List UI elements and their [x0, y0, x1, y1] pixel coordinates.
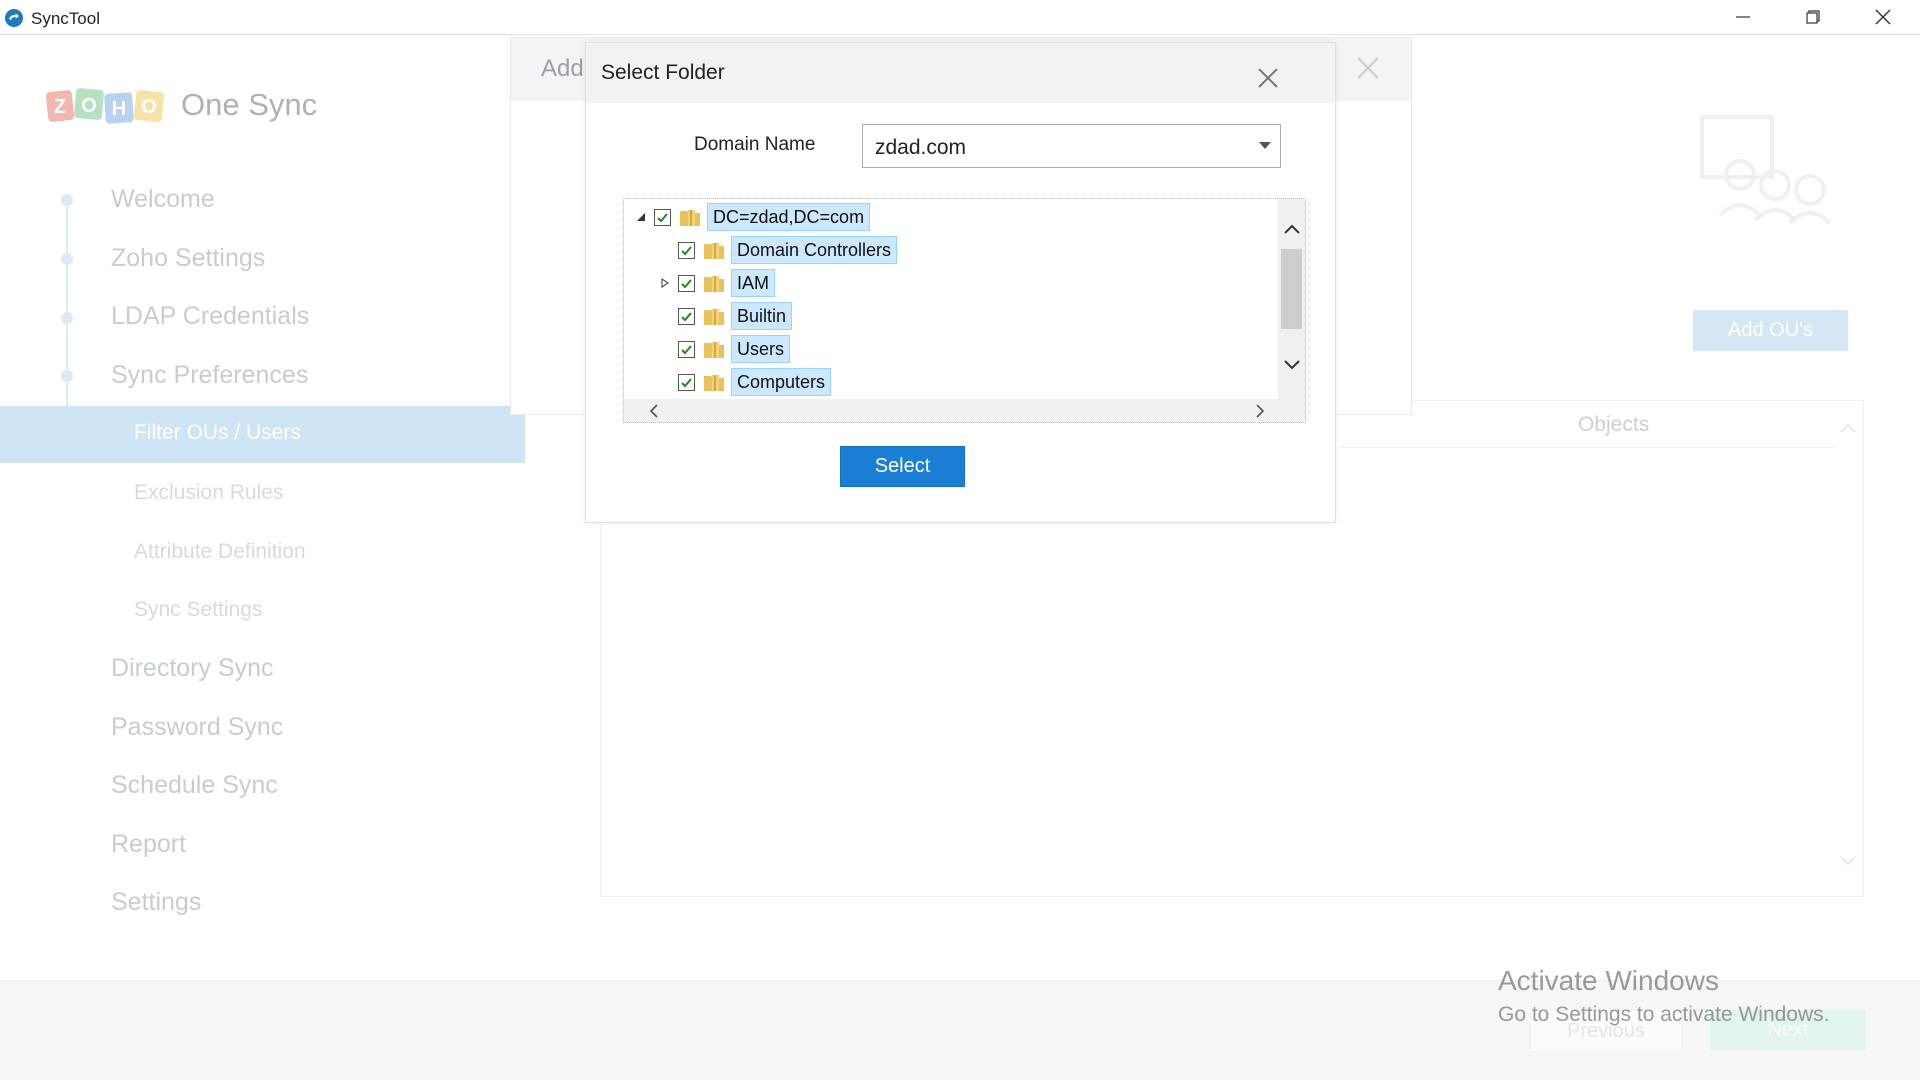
- svg-text:O: O: [81, 95, 97, 117]
- checkmark-icon: [681, 245, 692, 255]
- folder-icon: [680, 210, 700, 226]
- minimize-button[interactable]: [1708, 0, 1778, 34]
- folder-icon: [704, 342, 724, 358]
- tree-checkbox[interactable]: [678, 274, 695, 292]
- vertical-scrollbar[interactable]: [1278, 199, 1305, 399]
- close-icon[interactable]: [1356, 56, 1380, 80]
- nav-welcome[interactable]: Welcome: [111, 185, 215, 214]
- nav-attribute-definition[interactable]: Attribute Definition: [134, 540, 306, 564]
- tree-node-label[interactable]: Builtin: [731, 302, 793, 330]
- folder-icon: [704, 375, 724, 391]
- tree-node[interactable]: DC=zdad,DC=com: [634, 202, 871, 232]
- chevron-down-icon[interactable]: [1840, 855, 1856, 867]
- checkmark-icon: [681, 278, 692, 288]
- add-ous-button[interactable]: Add OU's: [1693, 310, 1848, 351]
- folder-icon: [704, 243, 724, 259]
- horizontal-scrollbar[interactable]: [624, 399, 1305, 422]
- step-dot: [61, 312, 73, 324]
- tree-checkbox[interactable]: [678, 340, 695, 358]
- nav-zoho-settings[interactable]: Zoho Settings: [111, 244, 265, 273]
- collapsed-arrow-icon[interactable]: [658, 276, 672, 290]
- restore-button[interactable]: [1778, 0, 1848, 34]
- select-folder-dialog: Select Folder Domain Name zdad.com DC=zd…: [585, 42, 1336, 523]
- domain-name-label: Domain Name: [694, 134, 816, 155]
- svg-text:O: O: [141, 96, 157, 118]
- scroll-left-icon[interactable]: [649, 404, 659, 418]
- scroll-down-icon[interactable]: [1284, 359, 1300, 371]
- objects-column-header: Objects: [1578, 413, 1650, 436]
- minimize-icon: [1736, 16, 1750, 18]
- step-dot: [61, 253, 73, 265]
- dialog-close-button[interactable]: [1251, 61, 1285, 95]
- checkmark-icon: [681, 311, 692, 321]
- tree-node-label[interactable]: IAM: [731, 269, 776, 297]
- restore-icon: [1806, 10, 1820, 24]
- nav-directory-sync[interactable]: Directory Sync: [111, 654, 274, 683]
- product-name: One Sync: [181, 87, 318, 122]
- scrollbar-corner: [1278, 399, 1305, 422]
- expanded-arrow-icon[interactable]: [634, 210, 648, 224]
- nav-password-sync[interactable]: Password Sync: [111, 713, 283, 742]
- window-title: SyncTool: [31, 9, 100, 28]
- folder-icon: [704, 309, 724, 325]
- activate-windows-title: Activate Windows: [1498, 965, 1719, 996]
- nav-filter-ous-users-label: Filter OUs / Users: [134, 421, 301, 444]
- nav-ldap-credentials[interactable]: LDAP Credentials: [111, 302, 309, 331]
- checkmark-icon: [681, 377, 692, 387]
- folder-icon: [704, 276, 724, 292]
- scroll-right-icon[interactable]: [1255, 404, 1265, 418]
- step-dot: [61, 194, 73, 206]
- add-dialog-title: Add: [541, 55, 584, 82]
- nav-settings[interactable]: Settings: [111, 888, 201, 917]
- checkmark-icon: [681, 344, 692, 354]
- tree-checkbox[interactable]: [654, 208, 671, 226]
- tree-node[interactable]: Domain Controllers: [658, 235, 898, 265]
- domain-name-dropdown[interactable]: zdad.com: [862, 124, 1281, 168]
- svg-text:H: H: [112, 98, 126, 120]
- zoho-logo: Z O H O: [45, 88, 165, 124]
- objects-header-divider: [1340, 447, 1835, 448]
- select-button[interactable]: Select: [840, 446, 965, 487]
- dropdown-arrow-icon: [1259, 142, 1271, 149]
- close-window-button[interactable]: [1848, 0, 1918, 34]
- tree-node-label[interactable]: Computers: [731, 368, 832, 396]
- close-icon: [1875, 9, 1891, 25]
- domain-name-value: zdad.com: [875, 136, 967, 159]
- tree-checkbox[interactable]: [678, 241, 695, 259]
- svg-text:Z: Z: [54, 96, 66, 118]
- nav-schedule-sync[interactable]: Schedule Sync: [111, 771, 278, 800]
- tree-node[interactable]: Users: [658, 334, 791, 364]
- scrollbar-thumb[interactable]: [1281, 249, 1302, 329]
- tree-node-label[interactable]: Domain Controllers: [731, 236, 898, 264]
- step-dot: [61, 370, 73, 382]
- tree-node[interactable]: Builtin: [658, 301, 793, 331]
- nav-report[interactable]: Report: [111, 830, 186, 859]
- synctool-app-icon: [5, 9, 23, 27]
- tree-node-label[interactable]: DC=zdad,DC=com: [707, 203, 871, 231]
- tree-node[interactable]: Computers: [658, 367, 832, 397]
- dialog-title: Select Folder: [601, 61, 725, 84]
- scroll-up-icon[interactable]: [1284, 223, 1300, 235]
- title-bar: SyncTool: [0, 0, 1920, 35]
- nav-sync-preferences[interactable]: Sync Preferences: [111, 361, 308, 390]
- chevron-up-icon[interactable]: [1840, 422, 1856, 434]
- nav-sync-settings[interactable]: Sync Settings: [134, 598, 262, 622]
- nav-exclusion-rules[interactable]: Exclusion Rules: [134, 481, 283, 505]
- nav-filter-ous-users[interactable]: Filter OUs / Users: [0, 406, 525, 463]
- tree-checkbox[interactable]: [678, 373, 695, 391]
- close-icon: [1258, 68, 1278, 88]
- folder-tree[interactable]: DC=zdad,DC=com Domain Controllers IAM Bu…: [623, 198, 1306, 423]
- tree-node-label[interactable]: Users: [731, 335, 791, 363]
- tree-checkbox[interactable]: [678, 307, 695, 325]
- checkmark-icon: [657, 212, 668, 222]
- tree-node[interactable]: IAM: [658, 268, 776, 298]
- ou-illustration-icon: [1700, 115, 1832, 225]
- activate-windows-subtitle: Go to Settings to activate Windows.: [1498, 1003, 1830, 1026]
- sidebar: Z O H O One Sync Welcome Zoho Settings L…: [0, 35, 525, 980]
